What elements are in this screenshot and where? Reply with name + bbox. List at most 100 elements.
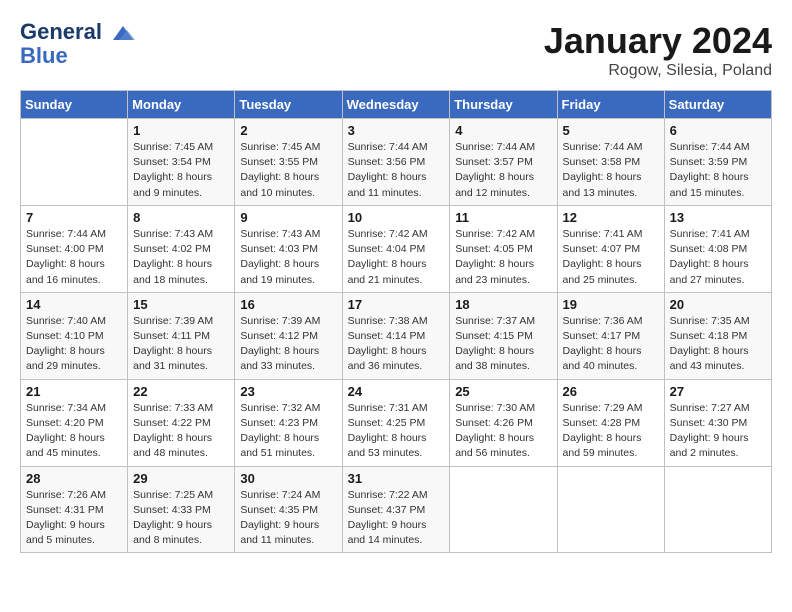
day-number: 30	[240, 471, 336, 486]
calendar-cell: 9 Sunrise: 7:43 AMSunset: 4:03 PMDaylight…	[235, 205, 342, 292]
calendar-cell: 6 Sunrise: 7:44 AMSunset: 3:59 PMDaylight…	[664, 119, 771, 206]
day-number: 14	[26, 297, 122, 312]
day-info: Sunrise: 7:24 AMSunset: 4:35 PMDaylight:…	[240, 488, 336, 549]
day-number: 10	[348, 210, 445, 225]
day-number: 28	[26, 471, 122, 486]
calendar-cell: 18Sunrise: 7:37 AMSunset: 4:15 PMDayligh…	[450, 292, 557, 379]
calendar-cell: 19 Sunrise: 7:36 AMSunset: 4:17 PMDayligh…	[557, 292, 664, 379]
calendar-cell: 14Sunrise: 7:40 AMSunset: 4:10 PMDayligh…	[21, 292, 128, 379]
day-number: 24	[348, 384, 445, 399]
logo: General Blue	[20, 20, 137, 68]
day-info: Sunrise: 7:31 AMSunset: 4:25 PMDaylight:…	[348, 401, 445, 462]
day-info: Sunrise: 7:34 AMSunset: 4:20 PMDaylight:…	[26, 401, 122, 462]
calendar-cell: 21 Sunrise: 7:34 AMSunset: 4:20 PMDayligh…	[21, 379, 128, 466]
day-number: 25	[455, 384, 551, 399]
day-number: 11	[455, 210, 551, 225]
calendar-cell: 17Sunrise: 7:38 AMSunset: 4:14 PMDayligh…	[342, 292, 450, 379]
day-info: Sunrise: 7:43 AMSunset: 4:03 PMDaylight:…	[240, 227, 336, 288]
calendar-cell: 3 Sunrise: 7:44 AMSunset: 3:56 PMDaylight…	[342, 119, 450, 206]
calendar-cell: 20Sunrise: 7:35 AMSunset: 4:18 PMDayligh…	[664, 292, 771, 379]
calendar-cell: 23Sunrise: 7:32 AMSunset: 4:23 PMDayligh…	[235, 379, 342, 466]
calendar-cell: 11 Sunrise: 7:42 AMSunset: 4:05 PMDayligh…	[450, 205, 557, 292]
calendar-week-row: 21 Sunrise: 7:34 AMSunset: 4:20 PMDayligh…	[21, 379, 772, 466]
day-info: Sunrise: 7:44 AMSunset: 3:58 PMDaylight:…	[563, 140, 659, 201]
weekday-header-friday: Friday	[557, 91, 664, 119]
weekday-header-monday: Monday	[128, 91, 235, 119]
day-info: Sunrise: 7:41 AMSunset: 4:08 PMDaylight:…	[670, 227, 766, 288]
calendar-cell: 29 Sunrise: 7:25 AMSunset: 4:33 PMDayligh…	[128, 466, 235, 553]
day-info: Sunrise: 7:41 AMSunset: 4:07 PMDaylight:…	[563, 227, 659, 288]
day-number: 22	[133, 384, 229, 399]
calendar-cell: 4Sunrise: 7:44 AMSunset: 3:57 PMDaylight…	[450, 119, 557, 206]
calendar-cell: 26Sunrise: 7:29 AMSunset: 4:28 PMDayligh…	[557, 379, 664, 466]
calendar-cell	[557, 466, 664, 553]
day-number: 19	[563, 297, 659, 312]
day-info: Sunrise: 7:45 AMSunset: 3:54 PMDaylight:…	[133, 140, 229, 201]
day-info: Sunrise: 7:42 AMSunset: 4:04 PMDaylight:…	[348, 227, 445, 288]
day-number: 3	[348, 123, 445, 138]
day-number: 5	[563, 123, 659, 138]
calendar-cell: 1 Sunrise: 7:45 AMSunset: 3:54 PMDaylight…	[128, 119, 235, 206]
calendar-week-row: 1 Sunrise: 7:45 AMSunset: 3:54 PMDaylight…	[21, 119, 772, 206]
calendar-week-row: 14Sunrise: 7:40 AMSunset: 4:10 PMDayligh…	[21, 292, 772, 379]
day-number: 31	[348, 471, 445, 486]
calendar-cell: 27Sunrise: 7:27 AMSunset: 4:30 PMDayligh…	[664, 379, 771, 466]
day-number: 26	[563, 384, 659, 399]
weekday-header-sunday: Sunday	[21, 91, 128, 119]
calendar-cell: 13 Sunrise: 7:41 AMSunset: 4:08 PMDayligh…	[664, 205, 771, 292]
weekday-header-tuesday: Tuesday	[235, 91, 342, 119]
day-number: 6	[670, 123, 766, 138]
calendar-cell: 24 Sunrise: 7:31 AMSunset: 4:25 PMDayligh…	[342, 379, 450, 466]
day-info: Sunrise: 7:36 AMSunset: 4:17 PMDaylight:…	[563, 314, 659, 375]
calendar-cell: 28Sunrise: 7:26 AMSunset: 4:31 PMDayligh…	[21, 466, 128, 553]
day-info: Sunrise: 7:42 AMSunset: 4:05 PMDaylight:…	[455, 227, 551, 288]
calendar-cell: 2 Sunrise: 7:45 AMSunset: 3:55 PMDaylight…	[235, 119, 342, 206]
day-info: Sunrise: 7:30 AMSunset: 4:26 PMDaylight:…	[455, 401, 551, 462]
day-info: Sunrise: 7:45 AMSunset: 3:55 PMDaylight:…	[240, 140, 336, 201]
calendar-cell: 30 Sunrise: 7:24 AMSunset: 4:35 PMDayligh…	[235, 466, 342, 553]
logo-line2: Blue	[20, 44, 137, 68]
day-number: 2	[240, 123, 336, 138]
weekday-header-row: SundayMondayTuesdayWednesdayThursdayFrid…	[21, 91, 772, 119]
day-number: 8	[133, 210, 229, 225]
day-number: 27	[670, 384, 766, 399]
calendar-cell: 5 Sunrise: 7:44 AMSunset: 3:58 PMDaylight…	[557, 119, 664, 206]
calendar-cell: 22 Sunrise: 7:33 AMSunset: 4:22 PMDayligh…	[128, 379, 235, 466]
calendar-table: SundayMondayTuesdayWednesdayThursdayFrid…	[20, 90, 772, 553]
day-number: 21	[26, 384, 122, 399]
day-info: Sunrise: 7:32 AMSunset: 4:23 PMDaylight:…	[240, 401, 336, 462]
page-header: General Blue January 2024 Rogow, Silesia…	[20, 20, 772, 80]
day-info: Sunrise: 7:38 AMSunset: 4:14 PMDaylight:…	[348, 314, 445, 375]
day-info: Sunrise: 7:44 AMSunset: 4:00 PMDaylight:…	[26, 227, 122, 288]
month-title: January 2024	[544, 20, 772, 62]
day-info: Sunrise: 7:39 AMSunset: 4:12 PMDaylight:…	[240, 314, 336, 375]
day-info: Sunrise: 7:37 AMSunset: 4:15 PMDaylight:…	[455, 314, 551, 375]
day-number: 9	[240, 210, 336, 225]
weekday-header-thursday: Thursday	[450, 91, 557, 119]
calendar-cell: 25 Sunrise: 7:30 AMSunset: 4:26 PMDayligh…	[450, 379, 557, 466]
day-number: 29	[133, 471, 229, 486]
calendar-cell: 12Sunrise: 7:41 AMSunset: 4:07 PMDayligh…	[557, 205, 664, 292]
calendar-cell: 16 Sunrise: 7:39 AMSunset: 4:12 PMDayligh…	[235, 292, 342, 379]
calendar-cell	[664, 466, 771, 553]
calendar-cell: 8Sunrise: 7:43 AMSunset: 4:02 PMDaylight…	[128, 205, 235, 292]
weekday-header-wednesday: Wednesday	[342, 91, 450, 119]
day-number: 1	[133, 123, 229, 138]
day-info: Sunrise: 7:25 AMSunset: 4:33 PMDaylight:…	[133, 488, 229, 549]
day-info: Sunrise: 7:44 AMSunset: 3:57 PMDaylight:…	[455, 140, 551, 201]
day-info: Sunrise: 7:44 AMSunset: 3:56 PMDaylight:…	[348, 140, 445, 201]
weekday-header-saturday: Saturday	[664, 91, 771, 119]
calendar-cell: 7Sunrise: 7:44 AMSunset: 4:00 PMDaylight…	[21, 205, 128, 292]
logo-icon	[109, 22, 137, 44]
calendar-cell: 10 Sunrise: 7:42 AMSunset: 4:04 PMDayligh…	[342, 205, 450, 292]
day-info: Sunrise: 7:33 AMSunset: 4:22 PMDaylight:…	[133, 401, 229, 462]
calendar-cell: 31Sunrise: 7:22 AMSunset: 4:37 PMDayligh…	[342, 466, 450, 553]
calendar-week-row: 28Sunrise: 7:26 AMSunset: 4:31 PMDayligh…	[21, 466, 772, 553]
logo-text: General	[20, 20, 137, 44]
day-number: 13	[670, 210, 766, 225]
day-number: 20	[670, 297, 766, 312]
day-info: Sunrise: 7:44 AMSunset: 3:59 PMDaylight:…	[670, 140, 766, 201]
day-info: Sunrise: 7:39 AMSunset: 4:11 PMDaylight:…	[133, 314, 229, 375]
day-number: 15	[133, 297, 229, 312]
day-number: 16	[240, 297, 336, 312]
